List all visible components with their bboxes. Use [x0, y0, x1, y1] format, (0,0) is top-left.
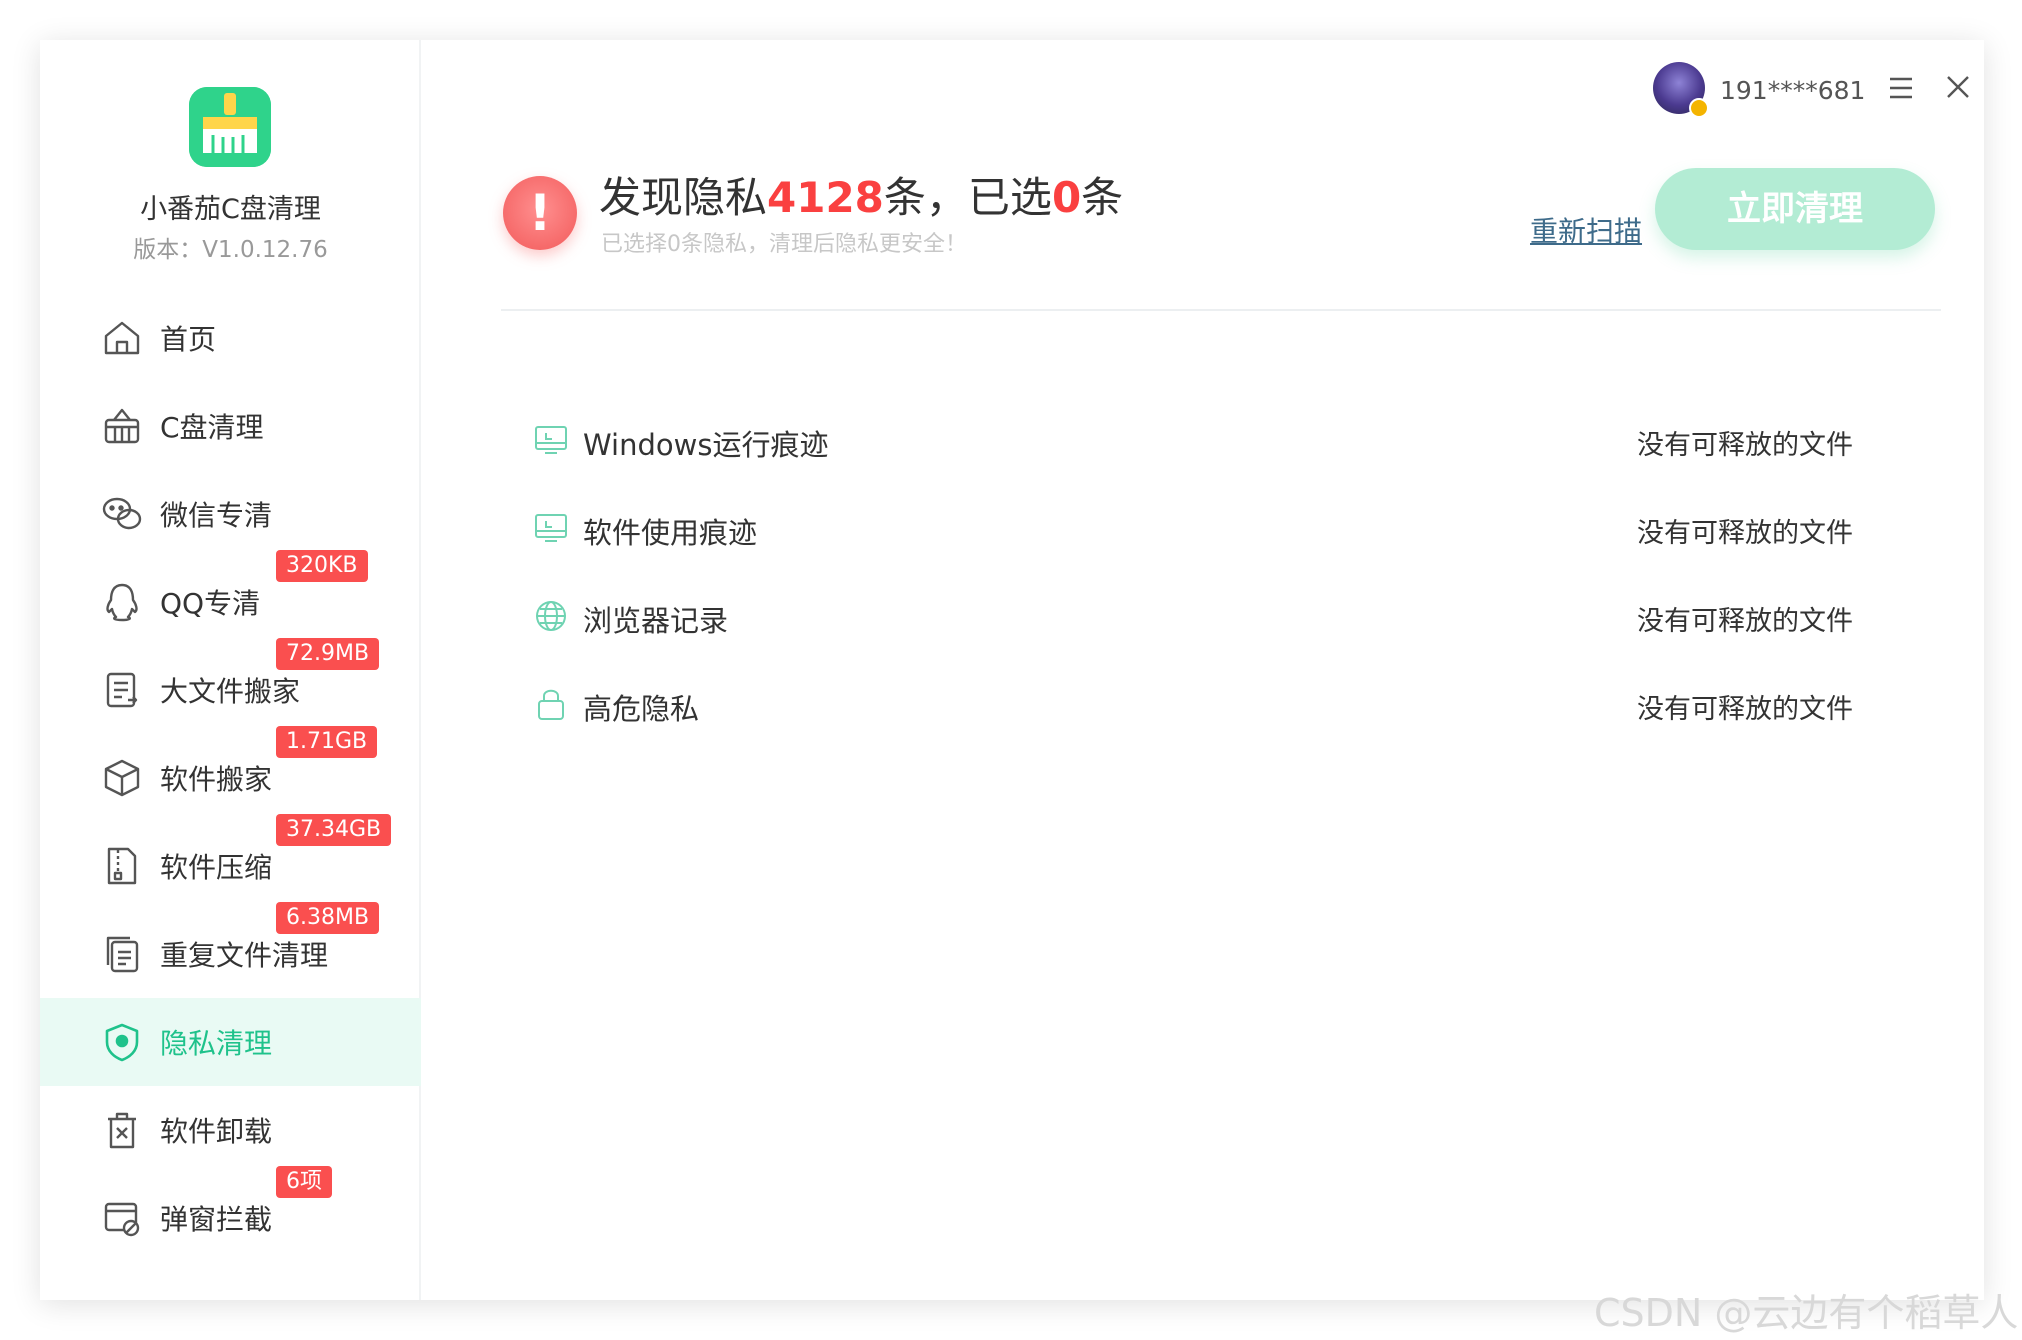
privacy-row-windows-traces[interactable]: Windows运行痕迹 没有可释放的文件: [533, 410, 1853, 470]
sidebar-item-duplicate-files[interactable]: 重复文件清理 6.38MB: [40, 902, 421, 998]
sidebar-item-label: QQ专清: [160, 587, 261, 620]
sidebar-item-c-drive[interactable]: C盘清理: [40, 382, 421, 470]
sidebar-item-large-file-move[interactable]: 大文件搬家 72.9MB: [40, 638, 421, 734]
sidebar-item-label: 软件搬家: [160, 763, 273, 796]
privacy-row-browser-history[interactable]: 浏览器记录 没有可释放的文件: [533, 586, 1853, 646]
alert-icon: !: [503, 176, 577, 250]
privacy-row-software-traces[interactable]: 软件使用痕迹 没有可释放的文件: [533, 498, 1853, 558]
sidebar: 小番茄C盘清理 版本：V1.0.12.76 首页 C盘清理 微信专清 QQ专清 …: [40, 40, 421, 1300]
selected-count: 0: [1051, 173, 1082, 222]
sidebar-item-qq[interactable]: QQ专清 320KB: [40, 550, 421, 646]
main-panel: 191****681 ! 发现隐私4128条，已选0条 已选择0条隐私，清理后隐…: [423, 40, 1984, 1300]
sidebar-item-label: 微信专清: [160, 499, 273, 532]
privacy-row-high-risk[interactable]: 高危隐私 没有可释放的文件: [533, 674, 1853, 734]
size-badge: 6.38MB: [276, 902, 380, 934]
qq-icon: [100, 580, 144, 624]
vip-badge-icon: [1689, 98, 1709, 118]
sidebar-item-label: 弹窗拦截: [160, 1203, 273, 1236]
divider: [501, 309, 1941, 311]
sidebar-item-label: 大文件搬家: [160, 675, 301, 708]
broom-icon: [189, 87, 271, 167]
row-label: 软件使用痕迹: [583, 516, 758, 550]
scan-summary-subtitle: 已选择0条隐私，清理后隐私更安全！: [601, 232, 967, 257]
headline-suffix: 条: [1081, 173, 1124, 222]
home-icon: [100, 316, 144, 360]
trash-icon: [100, 1108, 144, 1152]
sidebar-item-label: 软件卸载: [160, 1115, 273, 1148]
sidebar-item-home[interactable]: 首页: [40, 294, 421, 382]
monitor-icon: [533, 422, 569, 458]
size-badge: 72.9MB: [276, 638, 380, 670]
username[interactable]: 191****681: [1720, 76, 1865, 105]
sidebar-item-software-compress[interactable]: 软件压缩 37.34GB: [40, 814, 421, 910]
headline-mid: 条，已选: [883, 173, 1052, 222]
sidebar-item-label: 重复文件清理: [160, 939, 329, 972]
close-icon[interactable]: [1943, 72, 1973, 102]
monitor-icon: [533, 510, 569, 546]
app-version: 版本：V1.0.12.76: [133, 237, 328, 263]
hamburger-icon[interactable]: [1888, 76, 1914, 100]
popup-block-icon: [100, 1196, 144, 1240]
row-status: 没有可释放的文件: [1637, 606, 1853, 637]
sidebar-item-popup-block[interactable]: 弹窗拦截 6项: [40, 1166, 421, 1262]
basket-icon: [100, 404, 144, 448]
scan-summary-headline: 发现隐私4128条，已选0条: [599, 164, 1123, 225]
row-status: 没有可释放的文件: [1637, 430, 1853, 461]
row-label: 高危隐私: [583, 692, 700, 726]
sidebar-item-label: C盘清理: [160, 411, 264, 444]
row-status: 没有可释放的文件: [1637, 518, 1853, 549]
sidebar-item-label: 首页: [160, 323, 217, 356]
box-icon: [100, 756, 144, 800]
document-icon: [100, 668, 144, 712]
globe-icon: [533, 598, 569, 634]
sidebar-item-wechat[interactable]: 微信专清: [40, 470, 421, 558]
watermark: CSDN @云边有个稻草人: [1594, 1291, 2019, 1335]
zip-icon: [100, 844, 144, 888]
headline-prefix: 发现隐私: [599, 173, 768, 222]
rescan-link[interactable]: 重新扫描: [1530, 210, 1642, 250]
sidebar-item-label: 软件压缩: [160, 851, 273, 884]
sidebar-item-software-uninstall[interactable]: 软件卸载: [40, 1086, 421, 1174]
found-count: 4128: [767, 173, 884, 222]
wechat-icon: [100, 492, 144, 536]
row-label: 浏览器记录: [583, 604, 729, 638]
clean-now-button[interactable]: 立即清理: [1655, 168, 1935, 250]
lock-icon: [533, 686, 569, 722]
shield-icon: [100, 1020, 144, 1064]
app-name: 小番茄C盘清理: [140, 194, 321, 225]
copy-icon: [100, 932, 144, 976]
size-badge: 320KB: [276, 550, 368, 582]
size-badge: 1.71GB: [276, 726, 378, 758]
app-window: 小番茄C盘清理 版本：V1.0.12.76 首页 C盘清理 微信专清 QQ专清 …: [40, 40, 1984, 1300]
row-status: 没有可释放的文件: [1637, 694, 1853, 725]
sidebar-item-privacy-clean[interactable]: 隐私清理: [40, 998, 421, 1086]
row-label: Windows运行痕迹: [583, 428, 829, 462]
size-badge: 37.34GB: [276, 814, 392, 846]
count-badge: 6项: [276, 1166, 332, 1198]
sidebar-item-software-move[interactable]: 软件搬家 1.71GB: [40, 726, 421, 822]
sidebar-item-label: 隐私清理: [160, 1027, 273, 1060]
